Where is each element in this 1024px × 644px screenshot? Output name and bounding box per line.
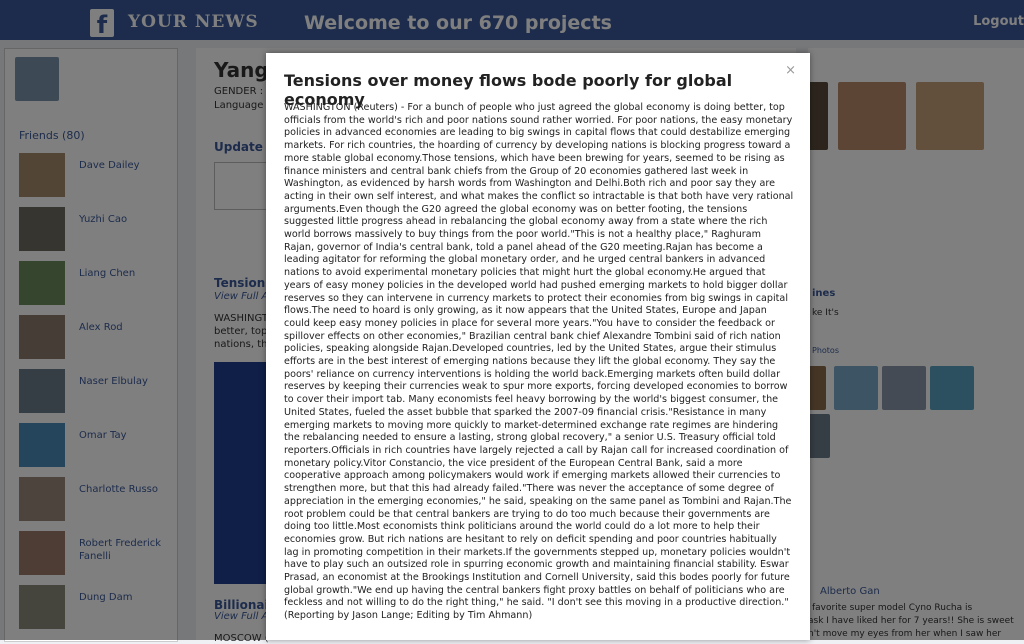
article-body: WASHINGTON (Reuters) - For a bunch of pe…: [284, 102, 794, 622]
article-modal: Tensions over money flows bode poorly fo…: [266, 53, 810, 640]
close-icon[interactable]: ×: [785, 63, 796, 78]
